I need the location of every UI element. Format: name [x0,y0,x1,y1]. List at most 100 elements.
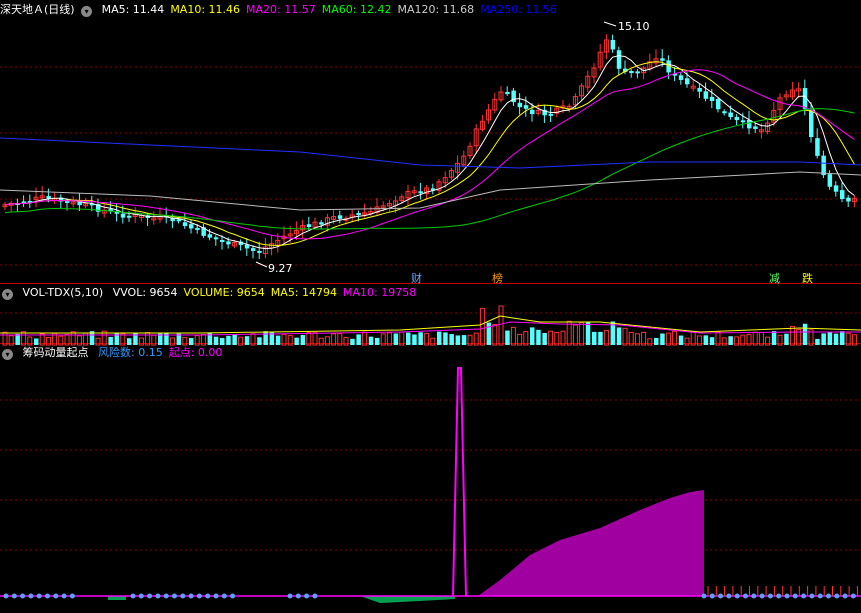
volume-bar [375,337,380,345]
candle-body [722,111,727,114]
event-tag-reduce[interactable]: 减 [769,270,780,286]
risk-dot [767,593,773,599]
risk-dot [61,593,67,599]
volume-bar [715,331,721,346]
risk-dot [3,593,9,599]
volume-bar [287,335,293,346]
volume-bar [393,333,399,345]
volume-bar [213,336,219,345]
candle-body [709,96,715,101]
candle-body [505,91,510,94]
volume-bar [479,307,485,346]
low-price-label: 9.27 [268,262,293,275]
chart-canvas[interactable] [0,0,861,613]
candle-body [548,113,554,116]
risk-dot [817,593,823,599]
candle-body [846,197,851,202]
volume-bar [709,337,715,345]
volume-bar [498,305,504,346]
risk-dot [53,593,59,599]
candle-body [728,112,733,118]
candle-body [821,155,826,176]
risk-dot [163,593,169,599]
volume-bar [418,332,423,345]
candle-body [753,126,758,129]
volume-bar [145,332,151,346]
volume-bar [70,331,76,346]
volume-bar [703,335,709,345]
volume-bar [560,330,566,346]
volume-bar [424,332,430,346]
volume-bar [306,332,312,346]
volume-bar [318,337,324,346]
event-tag-finance[interactable]: 财 [411,270,422,286]
risk-dot [776,593,782,599]
volume-bar [815,338,820,345]
event-tag-ranking[interactable]: 榜 [492,270,503,286]
candle-body [635,71,640,74]
event-tag-text: 财 [411,272,422,285]
risk-dot [701,593,707,599]
volume-bar [517,333,523,346]
volume-bar [151,334,157,346]
volume-bar [343,337,349,346]
volume-bar [789,325,795,346]
candle-body [610,39,616,50]
volume-bar [728,336,733,345]
volume-bar [399,331,405,346]
volume-bar [386,332,392,346]
volume-bar [660,333,665,345]
risk-dot [718,593,724,599]
volume-bar [678,335,684,345]
volume-bar [324,336,330,346]
candle-body [530,109,535,115]
volume-bar [350,338,355,345]
volume-bar [127,338,132,345]
volume-bar [628,331,634,346]
candle-body [226,241,231,245]
event-tag-text: 减 [769,272,780,285]
risk-dot [172,593,177,599]
volume-bar [455,335,461,345]
candle-body [827,174,833,187]
volume-bar [220,338,225,345]
candle-body [840,190,845,200]
risk-dot [759,593,765,599]
candle-body [195,227,200,230]
candle-body [517,102,523,108]
candle-body [685,78,690,85]
volume-bar [851,334,857,346]
risk-dot [743,593,748,599]
volume-bar [108,336,113,345]
volume-bar [572,324,578,346]
candle-body [660,58,665,61]
risk-dot [147,593,153,599]
volume-bar [840,331,845,345]
risk-dot [809,593,815,599]
volume-bar [331,333,337,346]
volume-bar [492,324,498,346]
candle-body [697,87,702,92]
volume-bar [548,330,554,346]
high-marker [603,21,617,27]
candle-body [523,105,529,109]
event-tag-limit-down[interactable]: 跌 [802,270,813,286]
candle-body [616,50,622,69]
volume-bar [647,338,653,346]
risk-dot [188,593,194,599]
volume-bar [802,323,808,345]
volume-bar [368,336,374,345]
event-tag-text: 跌 [802,272,813,285]
volume-bar [2,331,8,346]
volume-bar [437,331,442,345]
risk-dot [801,593,807,599]
risk-dot [850,593,856,599]
volume-bar [765,336,771,346]
candle-body [815,138,820,156]
volume-bar [232,334,237,345]
ma5-line [4,55,855,250]
candle-body [629,71,634,74]
volume-bar [200,334,206,346]
volume-bar [486,322,492,345]
event-tag-text: 榜 [492,272,503,285]
